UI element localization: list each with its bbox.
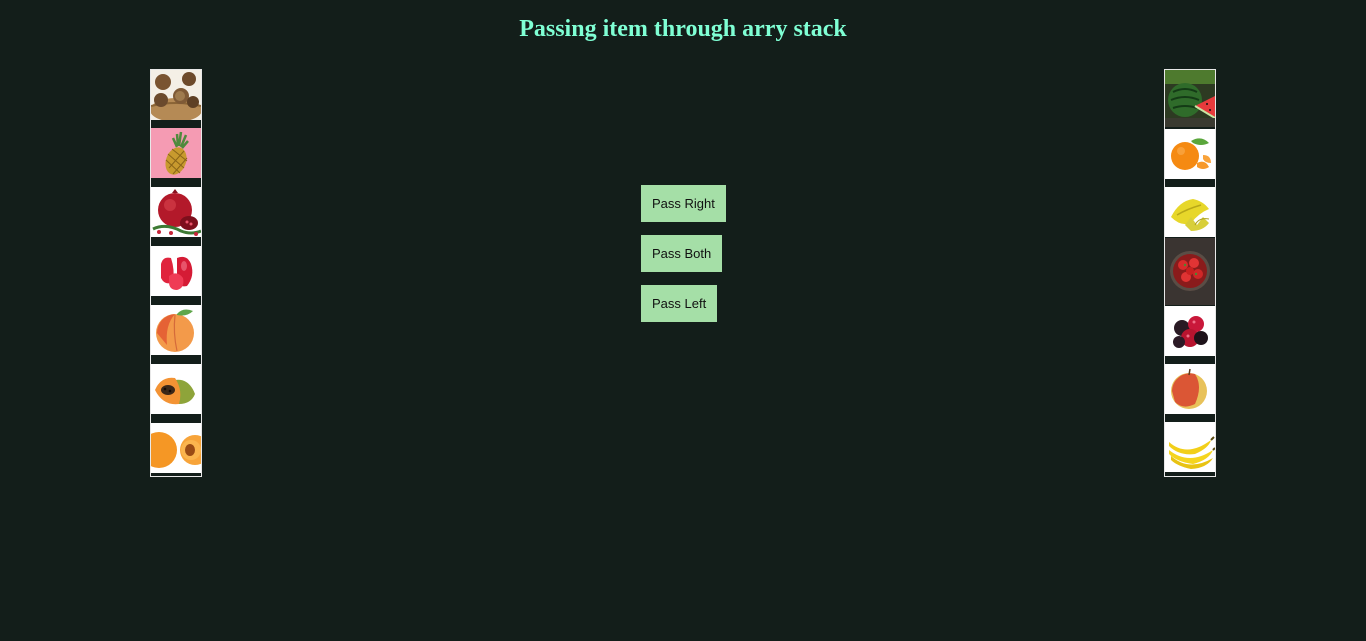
blackberries-image <box>1165 306 1215 356</box>
strawberries-image <box>1165 238 1215 305</box>
rose-apple-image <box>151 246 201 296</box>
page-title: Passing item through arry stack <box>519 16 847 42</box>
apricot-image <box>151 423 201 473</box>
pomegranate-image <box>151 187 201 237</box>
banana-image <box>1165 422 1215 472</box>
right-fruit-stack <box>1164 69 1216 477</box>
pass-right-button[interactable]: Pass Right <box>641 185 726 222</box>
pineapple-image <box>151 128 201 178</box>
left-fruit-stack <box>150 69 202 477</box>
watermelon-image <box>1165 70 1215 127</box>
papaya-image <box>151 364 201 414</box>
page: Passing item through arry stack Pass Rig… <box>0 0 1366 641</box>
apple-image <box>1165 364 1215 414</box>
tangerine-image <box>1165 129 1215 179</box>
starfruit-image <box>1165 187 1215 237</box>
peach-image <box>151 305 201 355</box>
pass-left-button[interactable]: Pass Left <box>641 285 718 322</box>
pass-both-button[interactable]: Pass Both <box>641 235 723 272</box>
kiwi-image <box>151 70 201 120</box>
